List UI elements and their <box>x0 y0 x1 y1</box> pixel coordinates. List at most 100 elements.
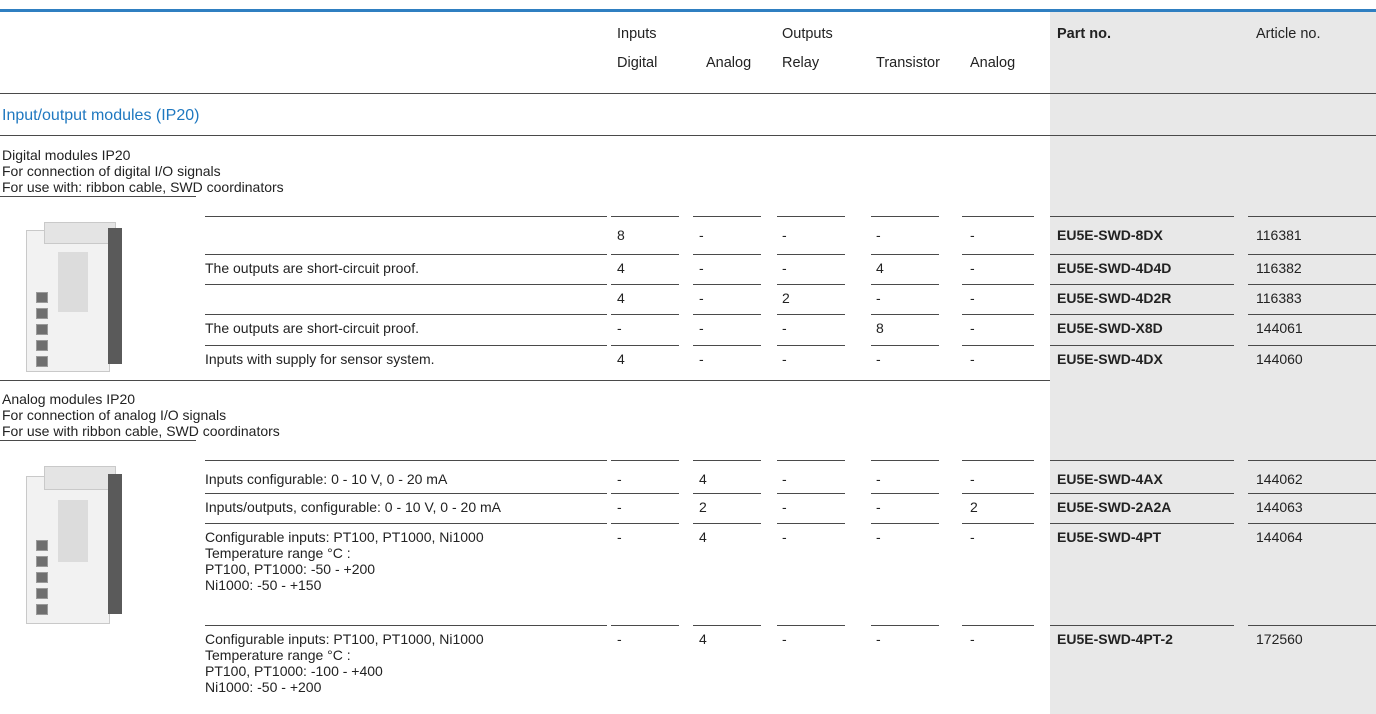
row-rule <box>1248 345 1376 346</box>
row-rule <box>693 625 761 626</box>
cell-relay: - <box>782 320 787 336</box>
cell-article: 144062 <box>1256 471 1303 487</box>
cell-part: EU5E-SWD-4DX <box>1057 351 1163 367</box>
cell-article: 144064 <box>1256 529 1303 545</box>
row-rule <box>777 284 845 285</box>
cell-part: EU5E-SWD-X8D <box>1057 320 1163 336</box>
header-inputs: Inputs <box>617 26 657 42</box>
row-rule <box>962 284 1034 285</box>
row-rule <box>1050 625 1234 626</box>
cell-din: - <box>617 529 622 545</box>
cell-part: EU5E-SWD-4PT <box>1057 529 1162 545</box>
row-rule <box>871 314 939 315</box>
row-rule <box>962 254 1034 255</box>
header-rule <box>0 93 1376 94</box>
row-rule <box>962 460 1034 461</box>
row-rule <box>962 523 1034 524</box>
group-analog-line2: For connection of analog I/O signals <box>2 407 227 423</box>
cell-aout: - <box>970 227 975 243</box>
cell-ain: - <box>699 351 704 367</box>
cell-aout: 2 <box>970 499 978 515</box>
cell-part: EU5E-SWD-8DX <box>1057 227 1163 243</box>
row-rule <box>205 523 607 524</box>
row-rule <box>205 284 607 285</box>
cell-din: - <box>617 499 622 515</box>
row-rule <box>611 314 679 315</box>
row-rule <box>1248 493 1376 494</box>
cell-ain: 2 <box>699 499 707 515</box>
cell-relay: 2 <box>782 290 790 306</box>
cell-din: 4 <box>617 351 625 367</box>
row-rule <box>693 254 761 255</box>
row-rule <box>1050 523 1234 524</box>
row-rule <box>777 625 845 626</box>
cell-ain: 4 <box>699 471 707 487</box>
row-rule <box>1248 216 1376 217</box>
row-rule <box>1248 314 1376 315</box>
cell-ain: - <box>699 260 704 276</box>
row-rule <box>777 523 845 524</box>
row-rule <box>693 216 761 217</box>
row-rule <box>777 314 845 315</box>
row-rule <box>693 284 761 285</box>
row-rule <box>611 284 679 285</box>
cell-article: 116383 <box>1256 290 1302 306</box>
group-digital-title: Digital modules IP20 <box>2 147 131 163</box>
row-rule <box>777 493 845 494</box>
cell-relay: - <box>782 631 787 647</box>
group-analog-line3: For use with ribbon cable, SWD coordinat… <box>2 423 280 439</box>
cell-din: - <box>617 320 622 336</box>
cell-part: EU5E-SWD-4AX <box>1057 471 1163 487</box>
cell-din: - <box>617 631 622 647</box>
header-digital: Digital <box>617 55 658 71</box>
row-rule <box>693 345 761 346</box>
row-rule <box>1050 216 1234 217</box>
cell-article: 116382 <box>1256 260 1302 276</box>
group-digital-line3: For use with: ribbon cable, SWD coordina… <box>2 179 284 195</box>
row-rule <box>1050 314 1234 315</box>
cell-din: - <box>617 471 622 487</box>
cell-ain: - <box>699 290 704 306</box>
row-rule <box>777 460 845 461</box>
header-analog-out: Analog <box>970 55 1016 71</box>
row-rule <box>1050 460 1234 461</box>
header-analog-in: Analog <box>706 55 752 71</box>
cell-article: 116381 <box>1256 227 1302 243</box>
row-rule <box>611 460 679 461</box>
cell-trans: - <box>876 471 881 487</box>
row-rule <box>1248 460 1376 461</box>
cell-desc: Configurable inputs: PT100, PT1000, Ni10… <box>205 529 484 593</box>
row-rule <box>693 493 761 494</box>
cell-din: 4 <box>617 290 625 306</box>
row-rule <box>1050 284 1234 285</box>
cell-desc: Configurable inputs: PT100, PT1000, Ni10… <box>205 631 484 695</box>
cell-relay: - <box>782 471 787 487</box>
cell-part: EU5E-SWD-4D4D <box>1057 260 1172 276</box>
cell-trans: - <box>876 290 881 306</box>
cell-part: EU5E-SWD-2A2A <box>1057 499 1172 515</box>
cell-relay: - <box>782 529 787 545</box>
row-rule <box>871 625 939 626</box>
cell-ain: - <box>699 320 704 336</box>
row-rule <box>205 460 607 461</box>
row-rule <box>205 216 607 217</box>
row-rule <box>871 254 939 255</box>
cell-aout: - <box>970 631 975 647</box>
header-article-no: Article no. <box>1256 26 1321 42</box>
header-outputs: Outputs <box>782 26 833 42</box>
row-rule <box>205 314 607 315</box>
cell-article: 144060 <box>1256 351 1303 367</box>
cell-aout: - <box>970 529 975 545</box>
row-rule <box>205 345 607 346</box>
cell-relay: - <box>782 227 787 243</box>
row-rule <box>205 493 607 494</box>
cell-ain: 4 <box>699 631 707 647</box>
cell-part: EU5E-SWD-4D2R <box>1057 290 1172 306</box>
row-rule <box>962 216 1034 217</box>
row-rule <box>777 254 845 255</box>
cell-desc: The outputs are short-circuit proof. <box>205 320 419 336</box>
cell-din: 4 <box>617 260 625 276</box>
row-rule <box>1050 254 1234 255</box>
row-rule <box>1248 625 1376 626</box>
cell-article: 144063 <box>1256 499 1303 515</box>
